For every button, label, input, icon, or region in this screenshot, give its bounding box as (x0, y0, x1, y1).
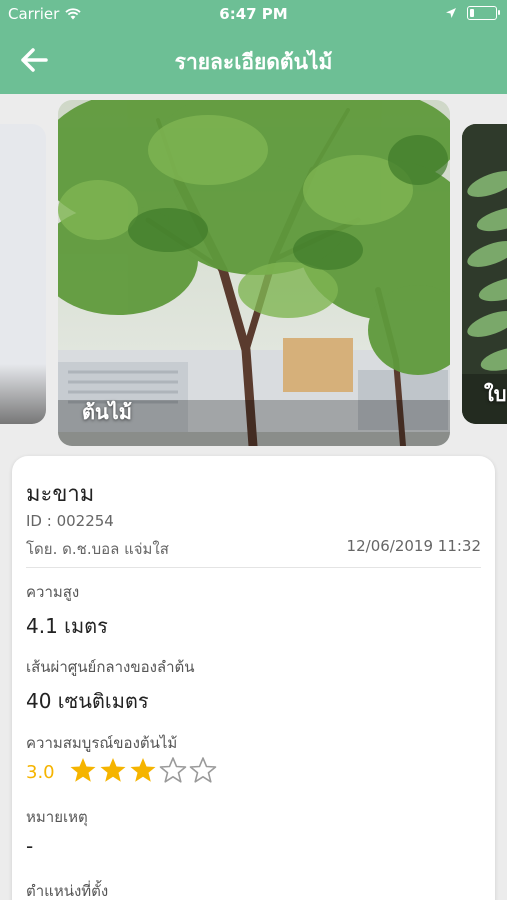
height-label: ความสูง (26, 583, 80, 601)
header: Carrier 6:47 PM รายละเอียดต้นไม้ (0, 0, 507, 94)
rating-stars (69, 756, 219, 788)
nav-bar: รายละเอียดต้นไม้ (0, 28, 507, 94)
status-right (445, 6, 500, 20)
tree-id: ID : 002254 (26, 512, 114, 530)
rating-value: 3.0 (26, 761, 55, 783)
carousel-slide-next[interactable]: ใบ (462, 124, 507, 424)
slide-label: ต้นไม้ (82, 400, 132, 424)
diameter-label: เส้นผ่าศูนย์กลางของลำต้น (26, 658, 195, 676)
tree-photo (58, 100, 450, 446)
divider (26, 567, 481, 568)
tree-name: มะขาม (26, 482, 95, 507)
tree-detail-card: มะขาม ID : 002254 โดย. ด.ช.บอล แจ่มใส 12… (12, 456, 495, 900)
health-label: ความสมบูรณ์ของต้นไม้ (26, 734, 178, 752)
location-label: ตำแหน่งที่ตั้ง (26, 882, 109, 900)
height-value: 4.1 เมตร (26, 614, 108, 638)
star-empty-icon (159, 757, 186, 783)
health-rating: 3.0 (26, 756, 219, 788)
diameter-value: 40 เซนติเมตร (26, 689, 149, 713)
status-time: 6:47 PM (219, 5, 288, 23)
page-title: รายละเอียดต้นไม้ (174, 50, 333, 74)
star-empty-icon (189, 757, 216, 783)
recorder-name: โดย. ด.ช.บอล แจ่มใส (26, 540, 169, 558)
recorded-timestamp: 12/06/2019 11:32 (346, 537, 481, 555)
carousel-slide-previous[interactable] (0, 124, 46, 424)
status-bar: Carrier 6:47 PM (0, 0, 507, 28)
battery-icon (467, 6, 500, 20)
note-label: หมายเหตุ (26, 808, 88, 826)
note-value: - (26, 834, 34, 858)
star-filled-icon (70, 758, 96, 782)
location-arrow-icon (446, 8, 456, 18)
slide-label: ใบ (484, 382, 507, 406)
photo-carousel[interactable]: ต้นไม้ ใบ (0, 94, 507, 450)
battery-level (470, 9, 474, 17)
star-filled-icon (130, 758, 156, 782)
star-filled-icon (100, 758, 126, 782)
carousel-slide-current[interactable]: ต้นไม้ (58, 100, 450, 446)
